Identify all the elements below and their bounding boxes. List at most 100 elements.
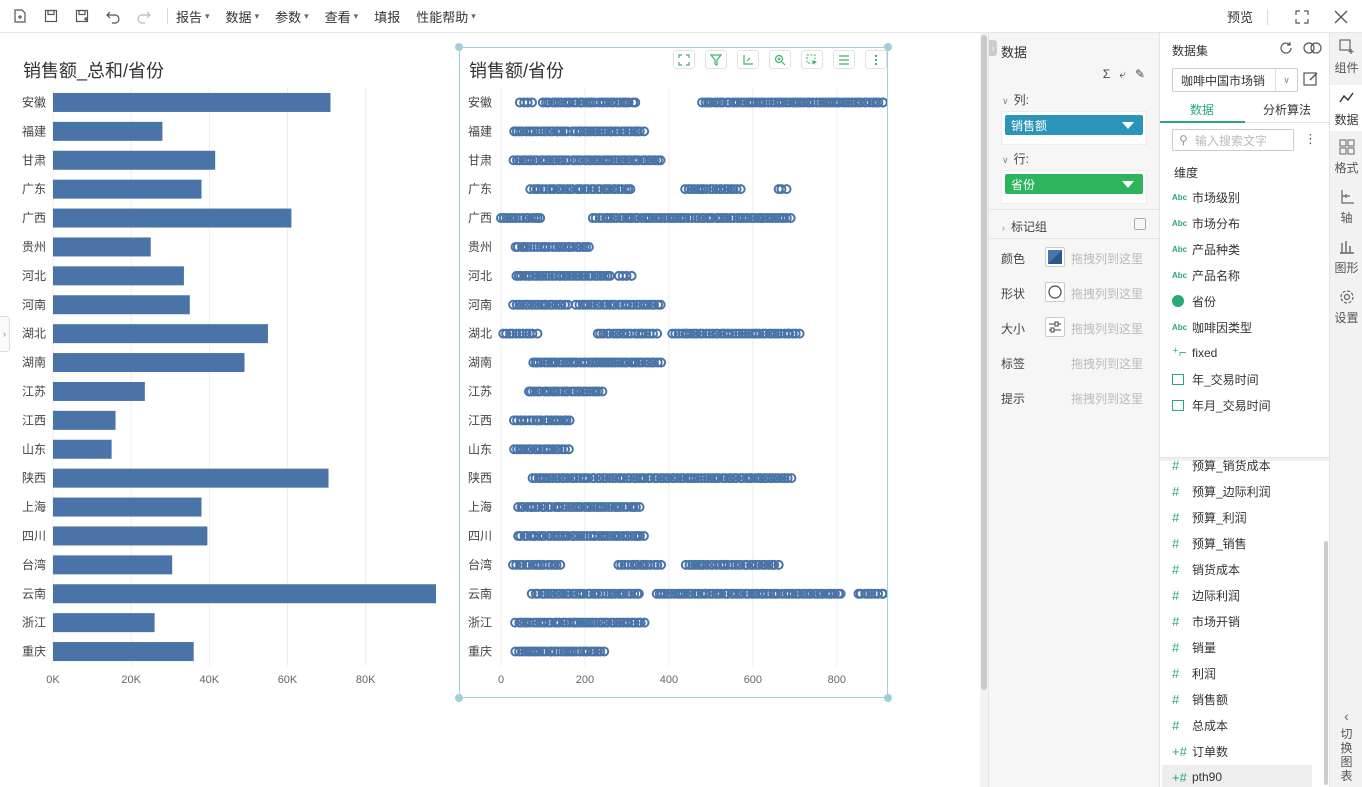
menu-param[interactable]: 参数 ▾	[275, 7, 309, 26]
measure-item[interactable]: +# pth90	[1162, 765, 1312, 787]
rail-shape[interactable]: 图形	[1330, 239, 1362, 276]
undo-icon[interactable]	[102, 5, 124, 27]
zoom-icon[interactable]	[769, 50, 791, 69]
bar-chart[interactable]: 0K 20K 40K 60K 80K 安徽福建甘肃广东广西贵州河北河南湖北湖南江苏江西山东…	[0, 84, 450, 694]
bar[interactable]	[53, 555, 173, 575]
field-item[interactable]: 年_交易时间	[1172, 367, 1259, 391]
more-icon[interactable]: ⋮	[1304, 131, 1317, 147]
marks-group-header[interactable]: › 标记组	[989, 209, 1160, 239]
measure-item[interactable]: +# 订单数	[1172, 739, 1228, 763]
bar[interactable]	[53, 642, 194, 662]
bar[interactable]	[53, 497, 202, 517]
bar[interactable]	[53, 381, 145, 401]
rail-format[interactable]: 格式	[1330, 139, 1362, 176]
scatter-point[interactable]	[626, 270, 637, 281]
measure-item[interactable]: # 预算_边际利润	[1172, 479, 1271, 503]
resize-handle[interactable]	[884, 694, 892, 702]
tab-analysis[interactable]: 分析算法	[1263, 101, 1311, 118]
size-slider-icon[interactable]	[1045, 317, 1065, 337]
save-as-icon[interactable]	[71, 5, 93, 27]
rail-axis[interactable]: 轴	[1330, 189, 1362, 226]
bar[interactable]	[53, 468, 329, 488]
prop-label[interactable]: 标签 拖拽列到这里	[989, 348, 1160, 378]
measure-item[interactable]: # 销货成本	[1172, 557, 1240, 581]
measure-item[interactable]: # 预算_利润	[1172, 505, 1247, 529]
bar[interactable]	[53, 237, 151, 257]
field-item[interactable]: Abc 市场级别	[1172, 185, 1240, 209]
bar[interactable]	[53, 613, 155, 633]
field-list-scrollbar[interactable]	[1324, 541, 1328, 785]
scatter-point[interactable]	[781, 184, 792, 195]
new-report-icon[interactable]	[9, 5, 31, 27]
menu-fill[interactable]: 填报	[374, 7, 400, 26]
shape-circle-icon[interactable]	[1045, 282, 1065, 302]
swap-axis-icon[interactable]: ⤶	[1119, 67, 1126, 82]
measure-item[interactable]: # 边际利润	[1172, 583, 1240, 607]
preview-button[interactable]: 预览	[1227, 7, 1253, 26]
rail-settings[interactable]: 设置	[1330, 289, 1362, 326]
dataset-select[interactable]: 咖啡中国市场销 ∨	[1172, 68, 1298, 92]
dropdown-triangle-icon[interactable]	[1122, 181, 1134, 188]
scrollbar-thumb[interactable]	[981, 35, 987, 690]
dataset-link-icon[interactable]	[1303, 41, 1323, 58]
bar[interactable]	[53, 410, 116, 430]
menu-view[interactable]: 查看 ▾	[325, 7, 359, 26]
prop-color[interactable]: 颜色 拖拽列到这里	[989, 243, 1160, 273]
column-pill[interactable]: 销售额	[1005, 115, 1143, 135]
bar[interactable]	[53, 208, 292, 228]
field-item[interactable]: Abc 产品名称	[1172, 263, 1240, 287]
menu-report[interactable]: 报告 ▾	[176, 7, 210, 26]
save-icon[interactable]	[40, 5, 62, 27]
field-item[interactable]: Abc 咖啡因类型	[1172, 315, 1252, 339]
field-item[interactable]: Abc 市场分布	[1172, 211, 1240, 235]
close-icon[interactable]	[1330, 6, 1352, 28]
measure-item[interactable]: # 市场开销	[1172, 609, 1240, 633]
canvas-scrollbar[interactable]	[980, 33, 988, 787]
refresh-icon[interactable]	[1279, 41, 1293, 58]
drill-icon[interactable]	[737, 50, 759, 69]
fullscreen-icon[interactable]	[1291, 6, 1313, 28]
field-item[interactable]: 省份	[1172, 289, 1216, 313]
color-swatch-icon[interactable]	[1045, 247, 1065, 267]
measure-item[interactable]: # 销量	[1172, 635, 1216, 659]
bar[interactable]	[53, 150, 216, 170]
field-item[interactable]: ⁺⌐ fixed	[1172, 341, 1217, 365]
chevron-down-icon[interactable]: ∨	[1275, 69, 1297, 91]
bar[interactable]	[53, 179, 202, 199]
more-icon[interactable]	[865, 50, 887, 69]
marks-settings-icon[interactable]	[1134, 218, 1146, 230]
prop-shape[interactable]: 形状 拖拽列到这里	[989, 278, 1160, 308]
edit-dataset-icon[interactable]	[1302, 70, 1322, 90]
bar[interactable]	[53, 121, 163, 141]
field-item[interactable]: 年月_交易时间	[1172, 393, 1271, 417]
bar[interactable]	[53, 439, 112, 459]
tab-data[interactable]: 数据	[1190, 101, 1214, 118]
select-icon[interactable]	[801, 50, 823, 69]
redo-icon[interactable]	[133, 5, 155, 27]
measure-item[interactable]: # 总成本	[1172, 713, 1228, 737]
list-icon[interactable]	[833, 50, 855, 69]
rail-components[interactable]: 组件	[1330, 39, 1362, 76]
measure-item[interactable]: # 预算_销货成本	[1172, 453, 1271, 477]
bar[interactable]	[53, 324, 268, 344]
scatter-chart[interactable]: 0 200 400 600 800 安徽福建甘肃广东广西贵州河北河南湖北湖南江苏江西山东陕…	[459, 84, 887, 694]
bar[interactable]	[53, 353, 245, 373]
row-pill[interactable]: 省份	[1005, 174, 1143, 194]
measure-item[interactable]: # 预算_销售	[1172, 531, 1247, 555]
resize-handle[interactable]	[455, 43, 463, 51]
bar[interactable]	[53, 584, 436, 604]
bar[interactable]	[53, 295, 190, 315]
sum-icon[interactable]: Σ	[1103, 67, 1110, 82]
bar[interactable]	[53, 526, 208, 546]
prop-tooltip[interactable]: 提示 拖拽列到这里	[989, 383, 1160, 413]
rail-data[interactable]: 数据	[1330, 85, 1362, 131]
menu-perf-help[interactable]: 性能帮助 ▾	[416, 7, 476, 26]
measure-item[interactable]: # 销售额	[1172, 687, 1228, 711]
bar[interactable]	[53, 266, 184, 286]
filter-icon[interactable]	[705, 50, 727, 69]
collapse-config-icon[interactable]: ›	[989, 40, 997, 56]
dropdown-triangle-icon[interactable]	[1122, 122, 1134, 129]
switch-chart-button[interactable]: ‹ 切换图表	[1330, 709, 1362, 783]
menu-data[interactable]: 数据 ▾	[226, 7, 260, 26]
field-item[interactable]: Abc 产品种类	[1172, 237, 1240, 261]
